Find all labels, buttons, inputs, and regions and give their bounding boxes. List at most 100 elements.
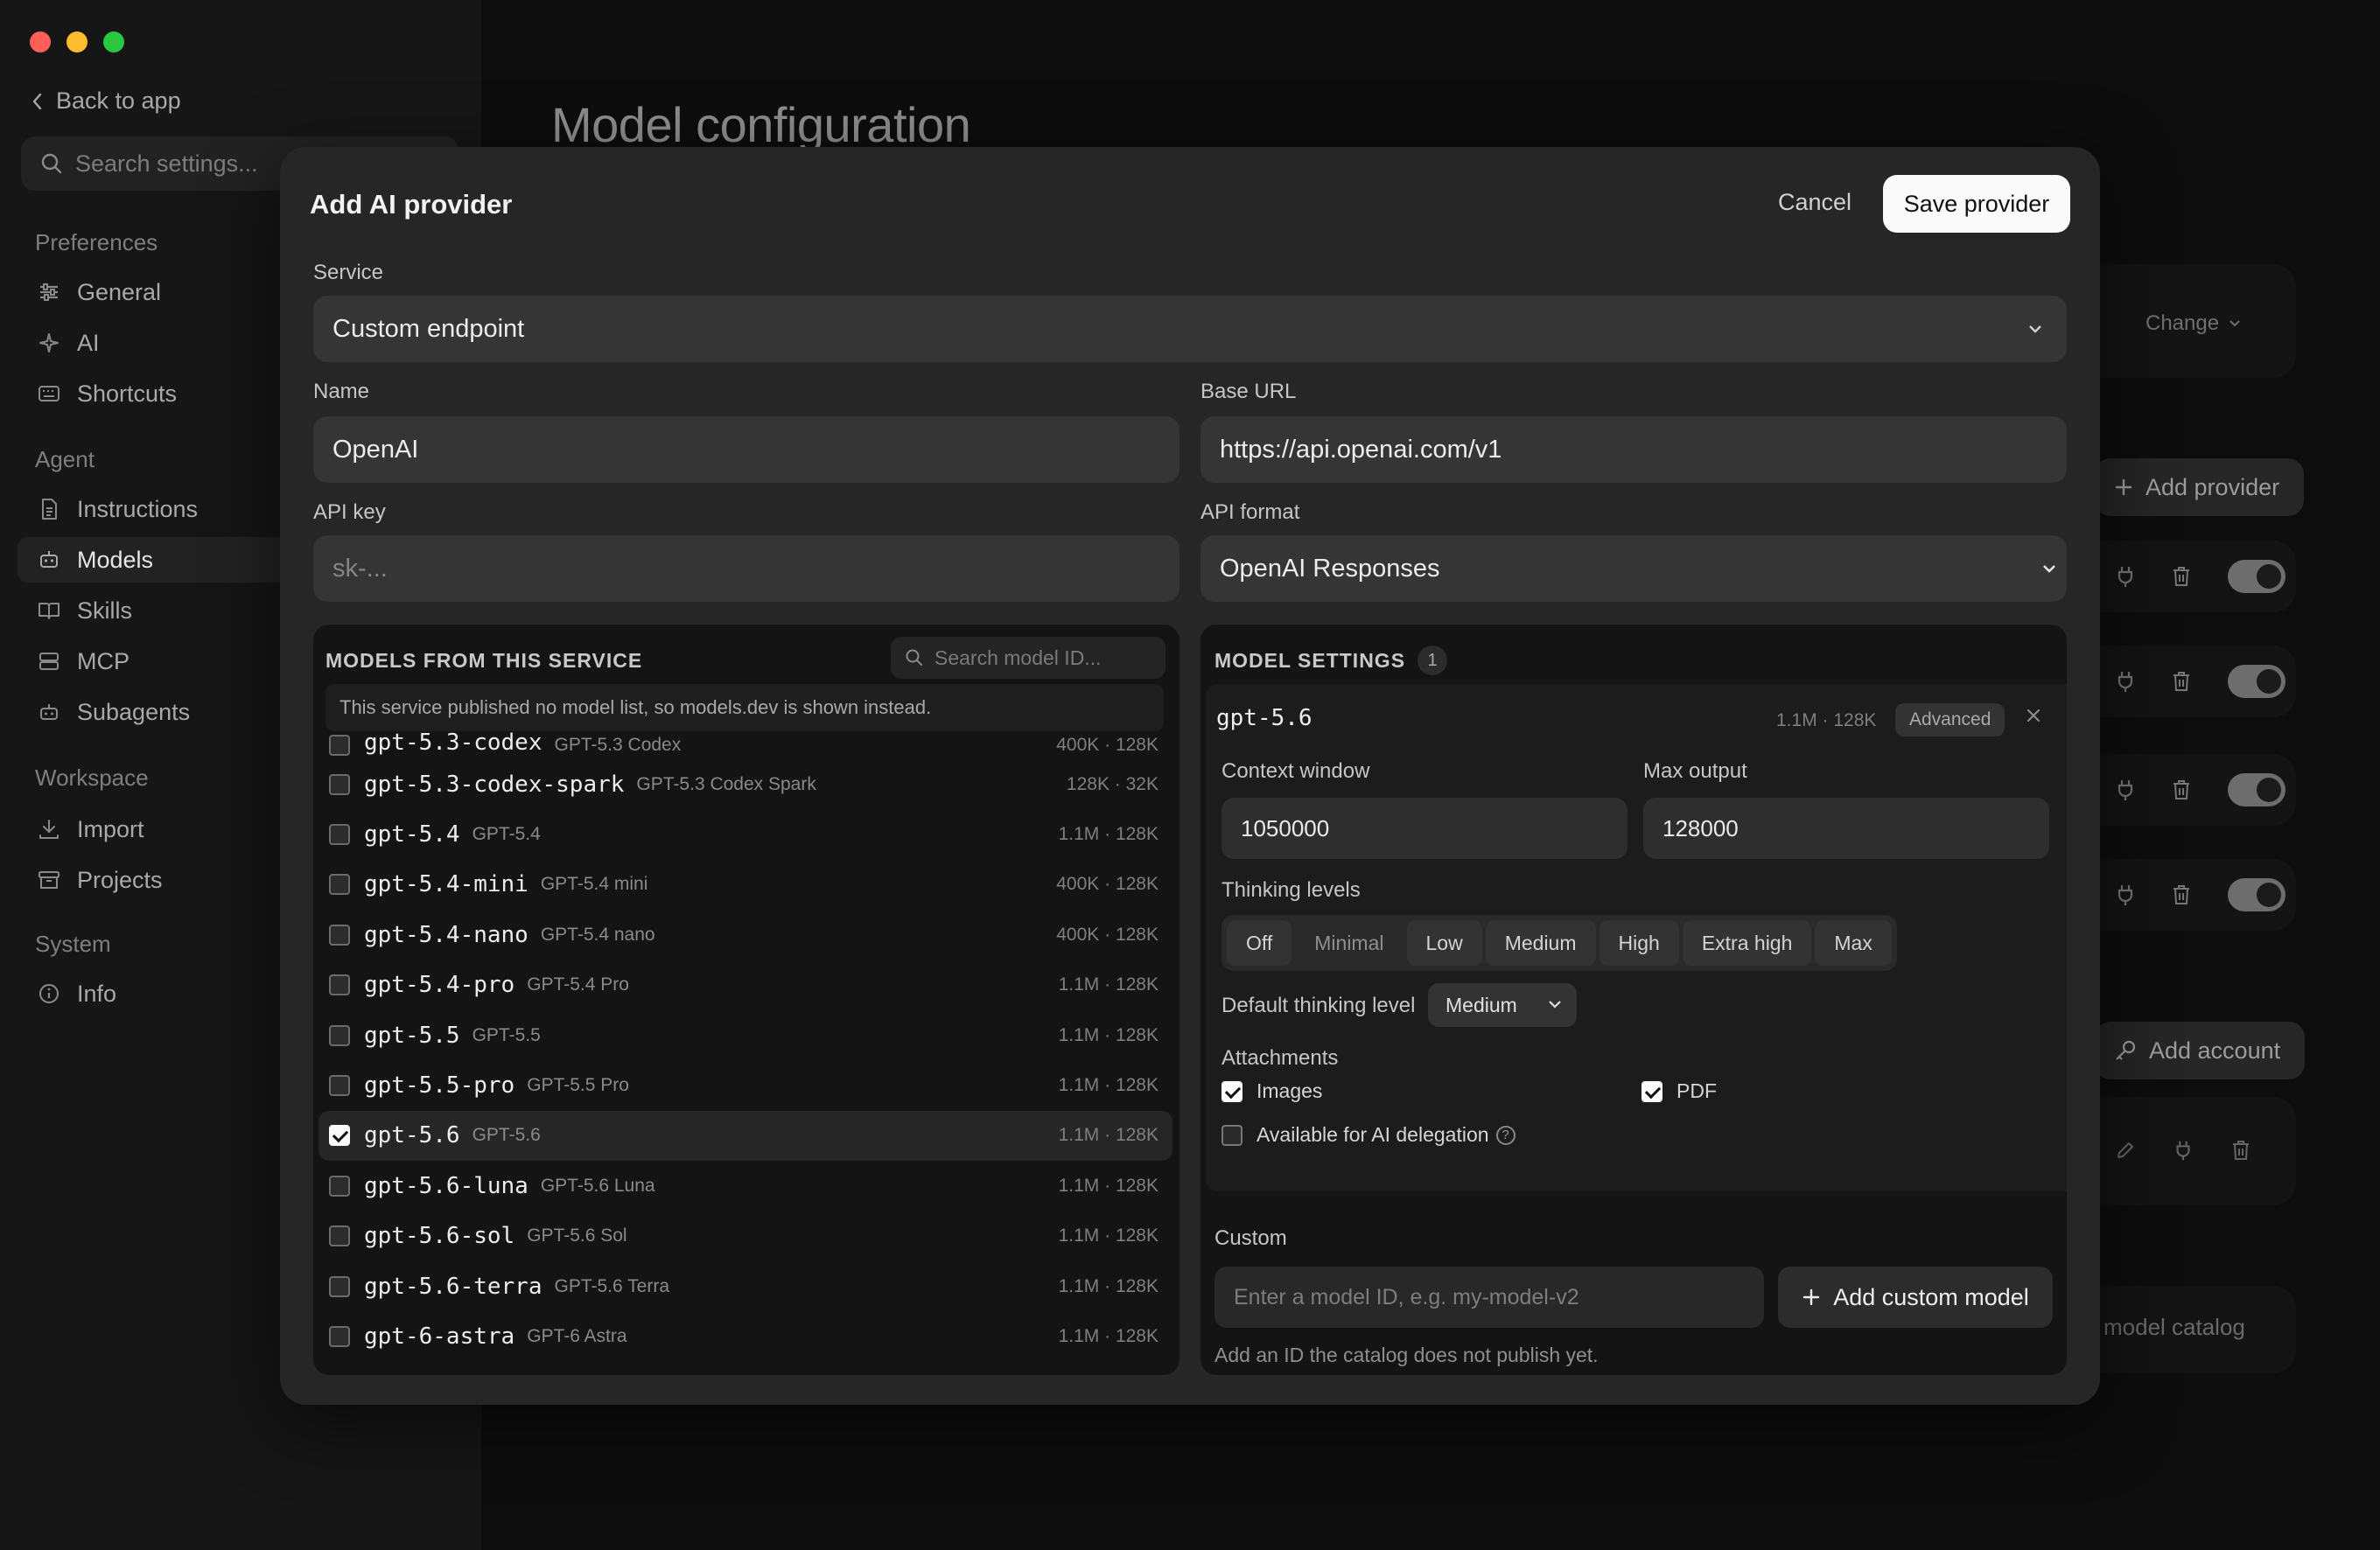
model-checkbox[interactable] (329, 1275, 350, 1297)
provider-toggle[interactable] (2228, 878, 2286, 911)
model-row[interactable]: gpt-5.4-pro GPT-5.4 Pro 1.1M · 128K (318, 960, 1172, 1010)
model-checkbox[interactable] (329, 735, 350, 756)
plug-icon[interactable] (2116, 564, 2135, 589)
model-id: gpt-5.6-luna (364, 1172, 528, 1199)
thinking-level-option[interactable]: Max (1815, 920, 1892, 966)
model-row[interactable]: gpt-5.4 GPT-5.4 1.1M · 128K (318, 809, 1172, 859)
chevron-down-icon (1549, 1001, 1561, 1009)
context-window-label: Context window (1222, 759, 1370, 783)
pdf-checkbox[interactable] (1642, 1080, 1662, 1102)
chevron-down-icon (2029, 325, 2041, 333)
save-provider-button[interactable]: Save provider (1883, 175, 2070, 233)
model-row[interactable]: gpt-5.4-mini GPT-5.4 mini 400K · 128K (318, 860, 1172, 910)
sidebar-item-label: Shortcuts (77, 380, 178, 407)
models-panel-heading: MODELS FROM THIS SERVICE (326, 649, 643, 672)
model-limits: 400K · 128K (1056, 874, 1158, 895)
provider-toggle[interactable] (2228, 665, 2286, 698)
custom-model-input[interactable]: Enter a model ID, e.g. my-model-v2 (1214, 1267, 1764, 1328)
thinking-level-option[interactable]: Minimal (1295, 920, 1403, 966)
back-to-app-link[interactable]: Back to app (30, 87, 181, 115)
add-custom-model-button[interactable]: Add custom model (1778, 1267, 2053, 1328)
model-row[interactable]: gpt-5.5-pro GPT-5.5 Pro 1.1M · 128K (318, 1060, 1172, 1110)
model-search-input[interactable]: Search model ID... (891, 637, 1166, 679)
images-checkbox-row[interactable]: Images (1222, 1079, 1322, 1103)
model-checkbox[interactable] (329, 1075, 350, 1097)
model-checkbox[interactable] (329, 1125, 350, 1147)
model-id: gpt-5.4 (364, 821, 460, 848)
model-display-name: GPT-5.3 Codex Spark (636, 773, 816, 794)
api-key-input[interactable]: sk-... (313, 535, 1180, 602)
model-row[interactable]: gpt-5.6-terra GPT-5.6 Terra 1.1M · 128K (318, 1261, 1172, 1311)
trash-icon[interactable] (2172, 778, 2191, 801)
add-provider-label: Add provider (2146, 473, 2280, 500)
default-thinking-select[interactable]: Medium (1428, 983, 1577, 1027)
plug-icon[interactable] (2174, 1139, 2193, 1162)
thinking-level-option[interactable]: Low (1406, 920, 1482, 966)
info-icon (39, 984, 59, 1003)
pdf-checkbox-row[interactable]: PDF (1642, 1079, 1717, 1103)
delegation-checkbox[interactable] (1222, 1124, 1242, 1146)
change-button[interactable]: Change (2146, 311, 2242, 336)
model-row[interactable]: gpt-5.3-codex-spark GPT-5.3 Codex Spark 12… (318, 759, 1172, 809)
sliders-icon (40, 283, 58, 301)
thinking-level-option[interactable]: Medium (1485, 920, 1596, 966)
plug-icon[interactable] (2116, 669, 2135, 694)
model-row[interactable]: gpt-5.6 GPT-5.6 1.1M · 128K (318, 1110, 1172, 1162)
model-checkbox[interactable] (329, 1325, 350, 1347)
plug-icon[interactable] (2116, 883, 2135, 907)
selected-count-badge: 1 (1418, 646, 1448, 675)
context-window-input[interactable]: 1050000 (1222, 798, 1628, 859)
model-row[interactable]: gpt-6-astra GPT-6 Astra 1.1M · 128K (318, 1311, 1172, 1361)
thinking-level-option[interactable]: Extra high (1682, 920, 1812, 966)
minimize-window-button[interactable] (66, 31, 88, 52)
model-checkbox[interactable] (329, 1175, 350, 1197)
images-checkbox[interactable] (1222, 1080, 1242, 1102)
zoom-window-button[interactable] (103, 31, 124, 52)
model-row[interactable]: gpt-5.5 GPT-5.5 1.1M · 128K (318, 1010, 1172, 1060)
model-checkbox[interactable] (329, 1225, 350, 1247)
model-display-name: GPT-5.5 (472, 1024, 541, 1045)
max-output-label: Max output (1643, 759, 1747, 783)
add-provider-button[interactable]: Add provider (2095, 458, 2305, 516)
thinking-level-option[interactable]: High (1599, 920, 1679, 966)
model-checkbox[interactable] (329, 773, 350, 795)
api-format-select[interactable]: OpenAI Responses (1200, 535, 2067, 602)
close-icon[interactable] (2025, 707, 2042, 724)
model-checkbox[interactable] (329, 824, 350, 846)
pencil-icon[interactable] (2116, 1141, 2135, 1160)
model-catalog-link[interactable]: model catalog (2104, 1314, 2245, 1341)
model-row[interactable]: gpt-5.6-luna GPT-5.6 Luna 1.1M · 128K (318, 1161, 1172, 1211)
thinking-level-option[interactable]: Off (1227, 920, 1292, 966)
model-checkbox[interactable] (329, 1024, 350, 1046)
custom-model-hint: Add an ID the catalog does not publish y… (1214, 1344, 1599, 1366)
trash-icon[interactable] (2172, 883, 2191, 906)
trash-icon[interactable] (2172, 670, 2191, 693)
provider-toggle[interactable] (2228, 560, 2286, 593)
plug-icon[interactable] (2116, 778, 2135, 802)
change-label: Change (2146, 311, 2220, 335)
model-row[interactable]: gpt-5.6-sol GPT-5.6 Sol 1.1M · 128K (318, 1211, 1172, 1261)
model-id: gpt-5.6-terra (364, 1273, 542, 1300)
add-account-button[interactable]: Add account (2095, 1022, 2306, 1079)
close-window-button[interactable] (30, 31, 51, 52)
service-select[interactable]: Custom endpoint (313, 296, 2067, 362)
chevron-down-icon (2043, 565, 2055, 573)
model-checkbox[interactable] (329, 924, 350, 946)
base-url-input[interactable]: https://api.openai.com/v1 (1200, 416, 2067, 483)
name-input[interactable]: OpenAI (313, 416, 1180, 483)
model-checkbox[interactable] (329, 874, 350, 896)
trash-icon[interactable] (2231, 1139, 2250, 1162)
cancel-button[interactable]: Cancel (1778, 189, 1852, 216)
provider-toggle[interactable] (2228, 773, 2286, 806)
trash-icon[interactable] (2172, 565, 2191, 588)
api-format-value: OpenAI Responses (1220, 554, 1440, 583)
delegation-checkbox-row[interactable]: Available for AI delegation ? (1222, 1123, 1516, 1147)
max-output-input[interactable]: 128000 (1643, 798, 2049, 859)
sidebar-item-label: Import (77, 815, 144, 842)
advanced-button[interactable]: Advanced (1895, 703, 2006, 737)
sidebar-item-label: Projects (77, 866, 163, 893)
model-display-name: GPT-5.6 Luna (540, 1175, 655, 1196)
model-row[interactable]: gpt-5.4-nano GPT-5.4 nano 400K · 128K (318, 910, 1172, 960)
model-checkbox[interactable] (329, 974, 350, 996)
help-icon[interactable]: ? (1495, 1125, 1516, 1145)
